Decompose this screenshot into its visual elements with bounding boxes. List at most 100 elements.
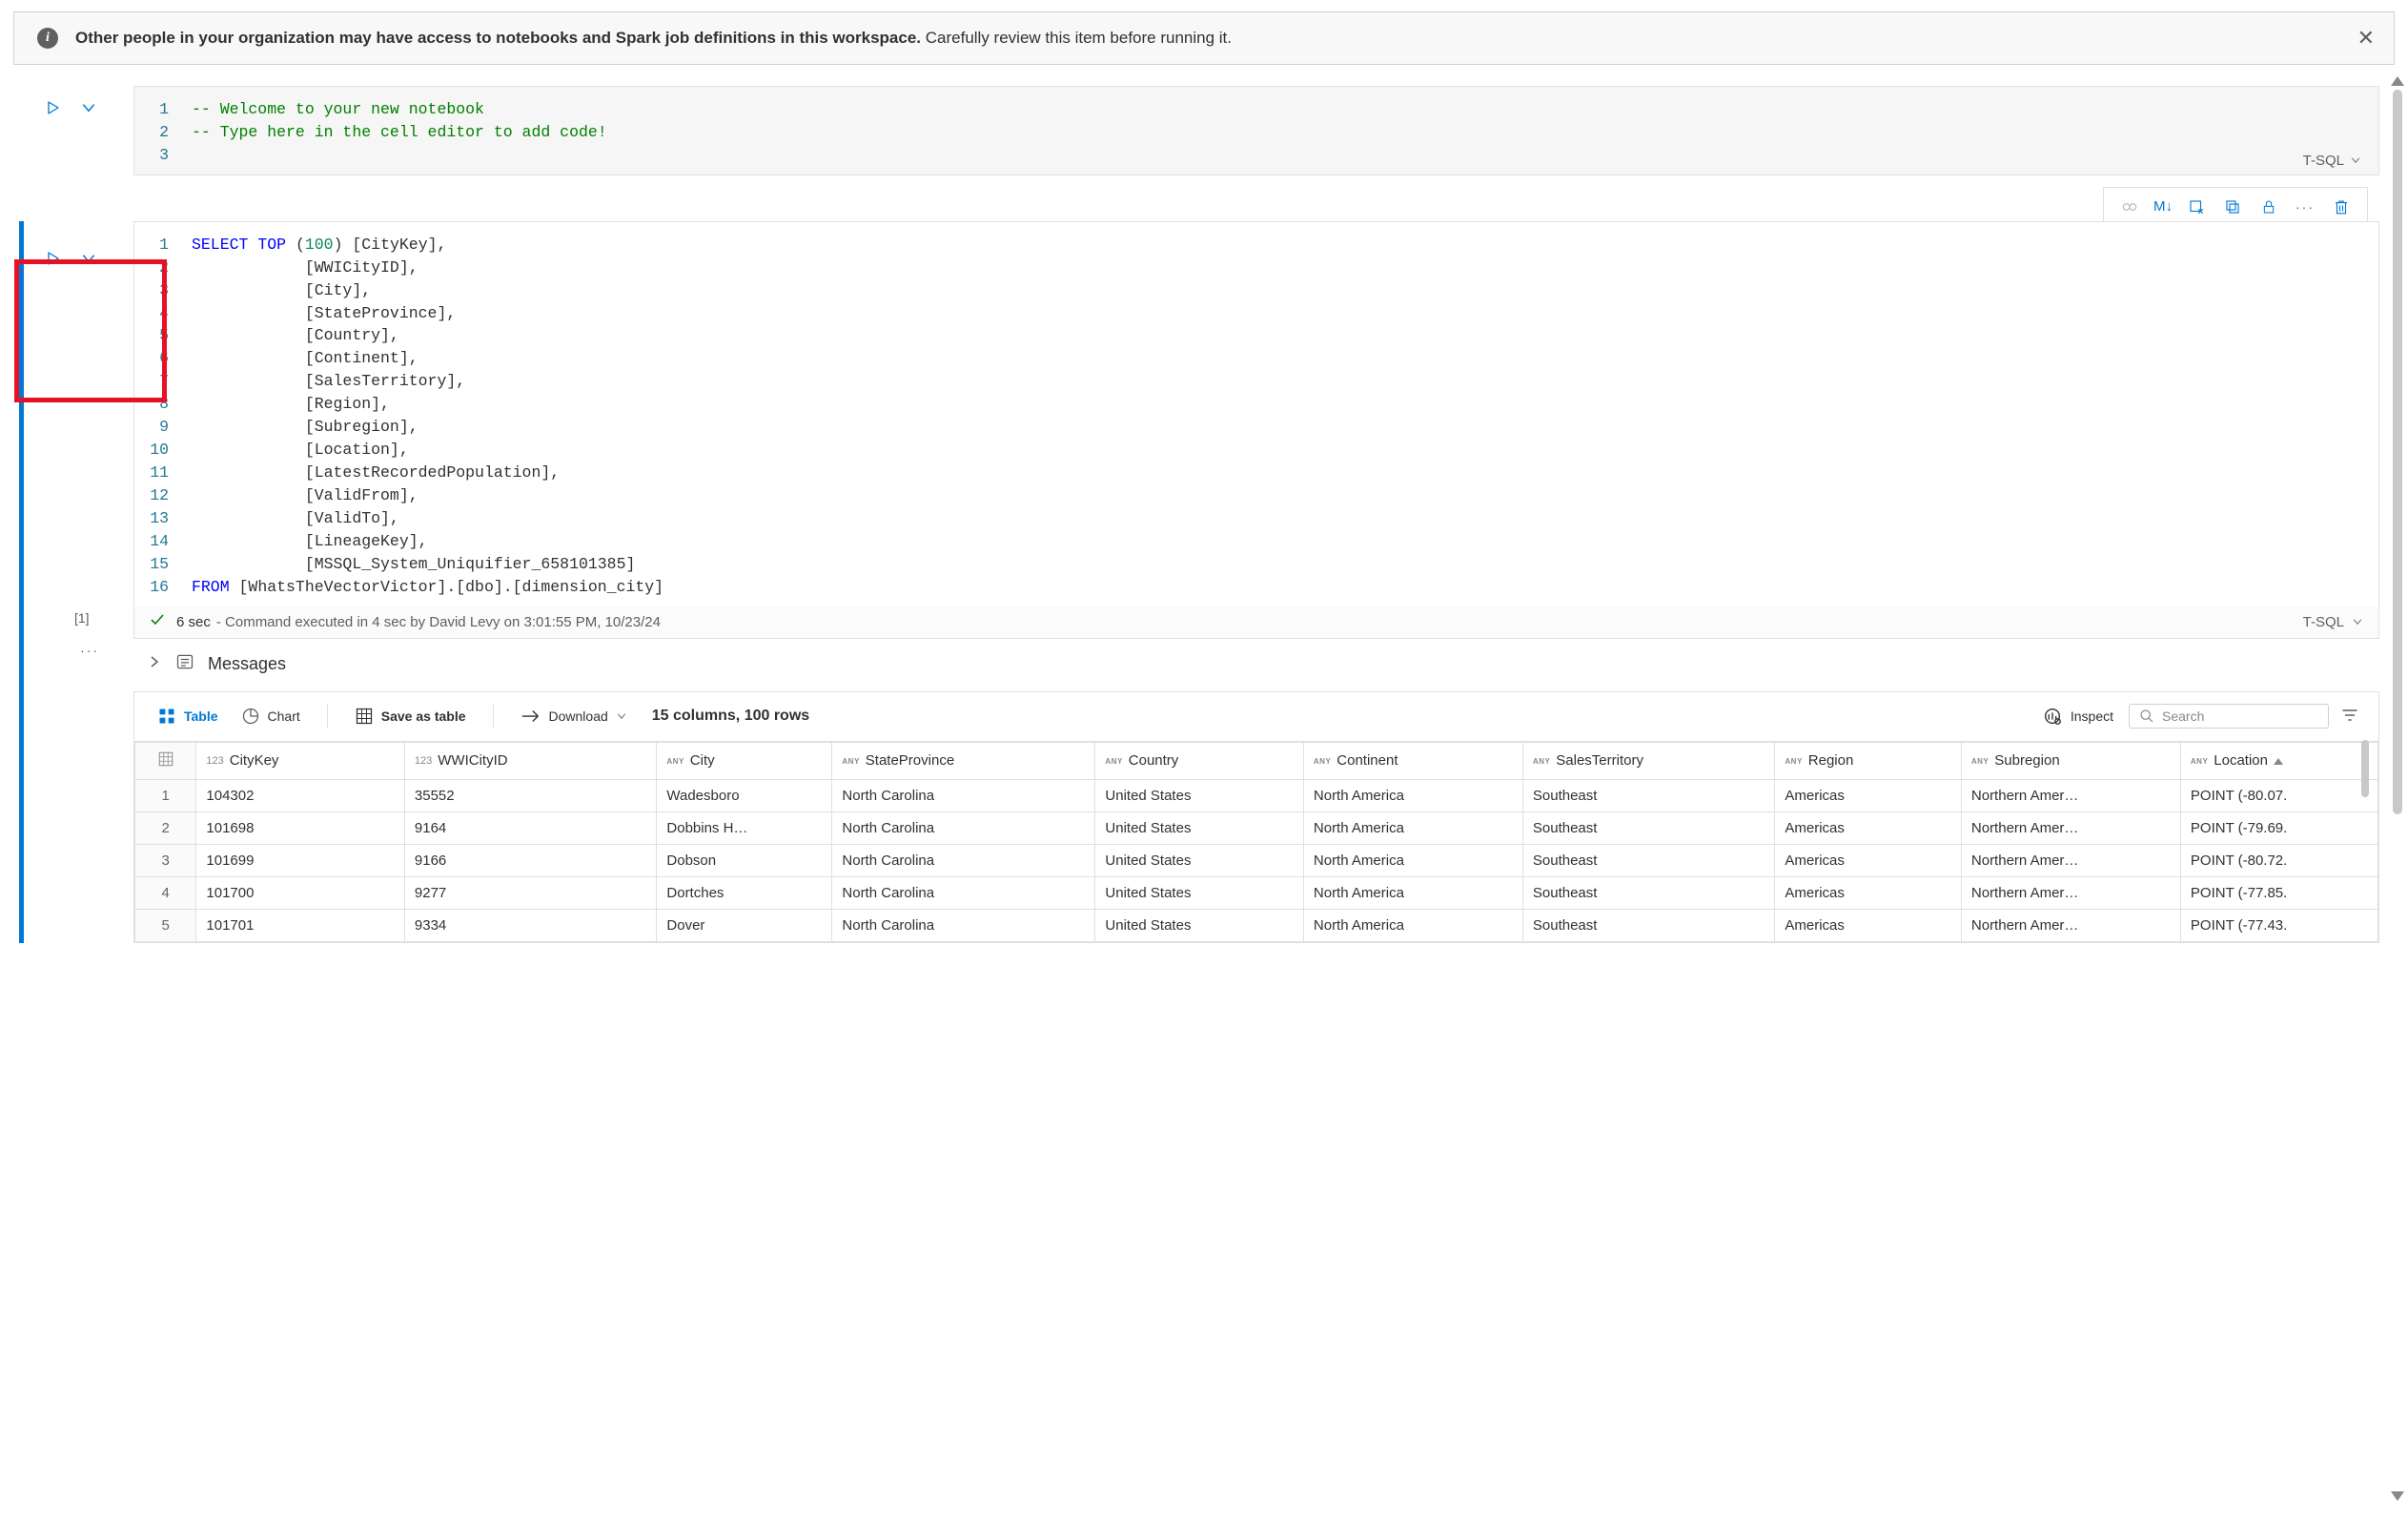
- cell[interactable]: Northern Amer…: [1961, 876, 2180, 909]
- delete-icon[interactable]: [2325, 194, 2357, 220]
- table-row[interactable]: 21016989164Dobbins H…North CarolinaUnite…: [135, 811, 2378, 844]
- cell[interactable]: 101700: [196, 876, 405, 909]
- code-line[interactable]: [LineageKey],: [192, 530, 2378, 553]
- filter-icon[interactable]: [2337, 702, 2363, 731]
- code-line[interactable]: [Region],: [192, 393, 2378, 416]
- run-menu-button[interactable]: [80, 250, 97, 270]
- cell[interactable]: 101701: [196, 909, 405, 941]
- cell[interactable]: North Carolina: [832, 876, 1095, 909]
- code-editor[interactable]: 1-- Welcome to your new notebook2-- Type…: [133, 86, 2379, 175]
- table-row[interactable]: 110430235552WadesboroNorth CarolinaUnite…: [135, 779, 2378, 811]
- column-header[interactable]: ANYSubregion: [1961, 742, 2180, 779]
- cell[interactable]: United States: [1095, 844, 1304, 876]
- cell[interactable]: Wadesboro: [657, 779, 832, 811]
- cell[interactable]: Americas: [1775, 876, 1962, 909]
- cell[interactable]: 9164: [404, 811, 657, 844]
- cell[interactable]: United States: [1095, 811, 1304, 844]
- download-button[interactable]: Download: [513, 703, 635, 729]
- inspect-button[interactable]: Inspect: [2034, 702, 2121, 730]
- table-scrollbar[interactable]: [2361, 740, 2369, 797]
- column-header[interactable]: ANYSalesTerritory: [1522, 742, 1775, 779]
- cell[interactable]: North Carolina: [832, 779, 1095, 811]
- code-line[interactable]: [LatestRecordedPopulation],: [192, 462, 2378, 484]
- cell[interactable]: POINT (-77.43.: [2180, 909, 2377, 941]
- cell[interactable]: North America: [1303, 811, 1522, 844]
- column-header[interactable]: 123CityKey: [196, 742, 405, 779]
- column-header[interactable]: ANYContinent: [1303, 742, 1522, 779]
- cell[interactable]: North Carolina: [832, 811, 1095, 844]
- tab-chart[interactable]: Chart: [234, 703, 308, 729]
- code-editor[interactable]: 1SELECT TOP (100) [CityKey],2 [WWICityID…: [133, 221, 2379, 606]
- code-line[interactable]: [StateProvince],: [192, 302, 2378, 325]
- chevron-right-icon[interactable]: [147, 654, 162, 674]
- messages-section[interactable]: Messages: [133, 643, 2379, 686]
- code-line[interactable]: [ValidTo],: [192, 507, 2378, 530]
- cell[interactable]: North America: [1303, 779, 1522, 811]
- cell[interactable]: 9334: [404, 909, 657, 941]
- cell[interactable]: North America: [1303, 844, 1522, 876]
- page-scrollbar[interactable]: [2391, 76, 2404, 1501]
- cell[interactable]: Northern Amer…: [1961, 811, 2180, 844]
- code-line[interactable]: [Location],: [192, 439, 2378, 462]
- cell[interactable]: Southeast: [1522, 811, 1775, 844]
- cell[interactable]: Americas: [1775, 909, 1962, 941]
- code-line[interactable]: SELECT TOP (100) [CityKey],: [192, 234, 2378, 257]
- table-row[interactable]: 41017009277DortchesNorth CarolinaUnited …: [135, 876, 2378, 909]
- cell[interactable]: Dortches: [657, 876, 832, 909]
- cell[interactable]: POINT (-80.72.: [2180, 844, 2377, 876]
- cell[interactable]: United States: [1095, 779, 1304, 811]
- cell[interactable]: Americas: [1775, 779, 1962, 811]
- cell[interactable]: Dover: [657, 909, 832, 941]
- column-header[interactable]: ANYCountry: [1095, 742, 1304, 779]
- code-line[interactable]: [192, 144, 2378, 167]
- close-icon[interactable]: ✕: [2357, 26, 2375, 51]
- cell[interactable]: Northern Amer…: [1961, 844, 2180, 876]
- cell[interactable]: 9166: [404, 844, 657, 876]
- cell-more-icon[interactable]: ···: [80, 643, 99, 658]
- language-selector[interactable]: T-SQL: [2303, 614, 2363, 630]
- column-header[interactable]: ANYLocation: [2180, 742, 2377, 779]
- cell[interactable]: Southeast: [1522, 779, 1775, 811]
- cell[interactable]: Dobson: [657, 844, 832, 876]
- cell[interactable]: POINT (-79.69.: [2180, 811, 2377, 844]
- cell[interactable]: North America: [1303, 876, 1522, 909]
- results-table[interactable]: 123CityKey123WWICityIDANYCityANYStatePro…: [134, 742, 2378, 942]
- cell[interactable]: Northern Amer…: [1961, 779, 2180, 811]
- column-header[interactable]: [135, 742, 196, 779]
- more-icon[interactable]: ···: [2289, 194, 2321, 220]
- cell[interactable]: 101699: [196, 844, 405, 876]
- cell[interactable]: Southeast: [1522, 844, 1775, 876]
- cell[interactable]: 35552: [404, 779, 657, 811]
- column-header[interactable]: ANYStateProvince: [832, 742, 1095, 779]
- code-line[interactable]: [Subregion],: [192, 416, 2378, 439]
- cell[interactable]: North Carolina: [832, 844, 1095, 876]
- cell[interactable]: United States: [1095, 909, 1304, 941]
- cell[interactable]: North America: [1303, 909, 1522, 941]
- cell[interactable]: Americas: [1775, 811, 1962, 844]
- cell[interactable]: United States: [1095, 876, 1304, 909]
- run-cell-button[interactable]: [46, 251, 61, 269]
- search-input[interactable]: Search: [2129, 704, 2329, 729]
- code-line[interactable]: -- Welcome to your new notebook: [192, 98, 2378, 121]
- copilot-icon[interactable]: [2113, 194, 2146, 220]
- code-line[interactable]: [ValidFrom],: [192, 484, 2378, 507]
- cell[interactable]: 101698: [196, 811, 405, 844]
- tab-table[interactable]: Table: [150, 703, 226, 729]
- column-header[interactable]: ANYCity: [657, 742, 832, 779]
- save-as-table-button[interactable]: Save as table: [347, 703, 474, 729]
- table-row[interactable]: 31016999166DobsonNorth CarolinaUnited St…: [135, 844, 2378, 876]
- code-line[interactable]: [City],: [192, 279, 2378, 302]
- cell[interactable]: POINT (-80.07.: [2180, 779, 2377, 811]
- code-line[interactable]: [MSSQL_System_Uniquifier_658101385]: [192, 553, 2378, 576]
- markdown-toggle[interactable]: M↓: [2150, 194, 2176, 220]
- code-line[interactable]: FROM [WhatsTheVectorVictor].[dbo].[dimen…: [192, 576, 2378, 599]
- cell[interactable]: Dobbins H…: [657, 811, 832, 844]
- cell[interactable]: Southeast: [1522, 909, 1775, 941]
- run-menu-button[interactable]: [80, 99, 97, 119]
- cell[interactable]: POINT (-77.85.: [2180, 876, 2377, 909]
- cell[interactable]: North Carolina: [832, 909, 1095, 941]
- copy-icon[interactable]: [2216, 194, 2249, 220]
- cell[interactable]: Southeast: [1522, 876, 1775, 909]
- code-line[interactable]: [Continent],: [192, 347, 2378, 370]
- code-line[interactable]: [SalesTerritory],: [192, 370, 2378, 393]
